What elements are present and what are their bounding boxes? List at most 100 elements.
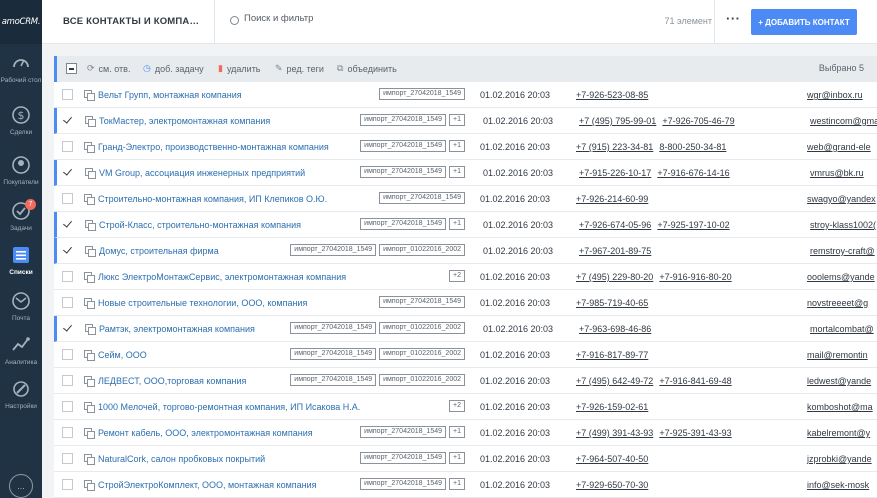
email-link[interactable]: novstreeeet@g <box>807 298 868 308</box>
phone-link[interactable]: 8-800-250-34-81 <box>659 142 726 152</box>
phone-link[interactable]: +7-967-201-89-75 <box>579 246 651 256</box>
email-link[interactable]: westincom@gmail <box>810 116 877 126</box>
row-checkbox[interactable] <box>63 167 74 178</box>
row-checkbox[interactable] <box>62 89 73 100</box>
contact-name-link[interactable]: Сейм, ООО <box>98 350 147 360</box>
sidebar-item-settings[interactable]: Настройки <box>0 374 42 420</box>
contact-name-link[interactable]: ТокМастер, электромонтажная компания <box>99 116 270 126</box>
tag-chip[interactable]: +1 <box>449 140 465 152</box>
tag-chip[interactable]: импорт_27042018_1549 <box>290 244 377 256</box>
sidebar-item-dashboard[interactable]: Рабочий стол <box>0 48 42 94</box>
tag-chip[interactable]: импорт_27042018_1549 <box>360 452 447 464</box>
row-checkbox[interactable] <box>63 219 74 230</box>
phone-link[interactable]: +7-915-226-10-17 <box>579 168 651 178</box>
table-row[interactable]: VM Group, ассоциация инженерных предприя… <box>54 160 877 186</box>
email-link[interactable]: info@sek-mosk <box>807 480 869 490</box>
sidebar-item-analytics[interactable]: Аналитика <box>0 330 42 376</box>
row-checkbox[interactable] <box>62 427 73 438</box>
tag-chip[interactable]: +2 <box>449 400 465 412</box>
phone-link[interactable]: +7 (499) 391-43-93 <box>576 428 653 438</box>
row-checkbox[interactable] <box>62 479 73 490</box>
search-input[interactable] <box>244 13 544 24</box>
row-checkbox[interactable] <box>62 271 73 282</box>
row-checkbox[interactable] <box>62 349 73 360</box>
tag-chip[interactable]: импорт_27042018_1549 <box>360 166 447 178</box>
table-row[interactable]: Вельт Групп, монтажная компания импорт_27… <box>54 82 877 108</box>
table-row[interactable]: Ремонт кабель, ООО, электромонтажная ком… <box>54 420 877 446</box>
contact-name-link[interactable]: СтройЭлектроКомплект, ООО, монтажная ком… <box>98 480 317 490</box>
phone-link[interactable]: +7-926-674-05-96 <box>579 220 651 230</box>
add-task-button[interactable]: ◷ доб. задачу <box>143 63 204 74</box>
email-link[interactable]: remstroy-craft@ <box>810 246 875 256</box>
contact-name-link[interactable]: Ремонт кабель, ООО, электромонтажная ком… <box>98 428 313 438</box>
change-responsible-button[interactable]: ⟳ см. отв. <box>87 63 130 74</box>
phone-link[interactable]: +7 (495) 229-80-20 <box>576 272 653 282</box>
tag-chip[interactable]: импорт_27042018_1549 <box>360 140 447 152</box>
phone-link[interactable]: +7-926-705-46-79 <box>662 116 734 126</box>
sidebar-item-lists[interactable]: Списки <box>0 240 42 286</box>
row-checkbox[interactable] <box>62 297 73 308</box>
sidebar-item-customers[interactable]: Покупатели <box>0 150 42 196</box>
tag-chip[interactable]: импорт_27042018_1549 <box>379 192 465 204</box>
contact-name-link[interactable]: Вельт Групп, монтажная компания <box>98 90 242 100</box>
tag-chip[interactable]: импорт_01022016_2002 <box>379 374 465 386</box>
table-row[interactable]: NaturalCork, салон пробковых покрытий имп… <box>54 446 877 472</box>
email-link[interactable]: kabelremont@y <box>807 428 870 438</box>
tag-chip[interactable]: импорт_27042018_1549 <box>290 348 377 360</box>
phone-link[interactable]: +7-964-507-40-50 <box>576 454 648 464</box>
phone-link[interactable]: +7-916-676-14-16 <box>657 168 729 178</box>
phone-link[interactable]: +7 (495) 795-99-01 <box>579 116 656 126</box>
contact-name-link[interactable]: Люкс ЭлектроМонтажСервис, электромонтажн… <box>98 272 346 282</box>
table-row[interactable]: Сейм, ООО импорт_27042018_1549 импорт_0102… <box>54 342 877 368</box>
row-checkbox[interactable] <box>62 193 73 204</box>
tag-chip[interactable]: импорт_01022016_2002 <box>379 348 465 360</box>
tag-chip[interactable]: импорт_27042018_1549 <box>379 296 465 308</box>
phone-link[interactable]: +7-925-391-43-93 <box>659 428 731 438</box>
contact-name-link[interactable]: ЛЕДВЕСТ, ООО,торговая компания <box>98 376 246 386</box>
sidebar-item-deals[interactable]: $ Сделки <box>0 100 42 146</box>
phone-link[interactable]: +7-926-523-08-85 <box>576 90 648 100</box>
phone-link[interactable]: +7 (495) 642-49-72 <box>576 376 653 386</box>
sidebar-item-mail[interactable]: Почта <box>0 286 42 332</box>
phone-link[interactable]: +7-963-698-46-86 <box>579 324 651 334</box>
table-row[interactable]: ЛЕДВЕСТ, ООО,торговая компания импорт_270… <box>54 368 877 394</box>
email-link[interactable]: vmrus@bk.ru <box>810 168 864 178</box>
row-checkbox[interactable] <box>62 453 73 464</box>
contact-name-link[interactable]: Строй-Класс, строительно-монтажная компа… <box>99 220 301 230</box>
tag-chip[interactable]: импорт_01022016_2002 <box>379 322 465 334</box>
page-title[interactable]: ВСЕ КОНТАКТЫ И КОМПАНИИ <box>63 16 203 27</box>
tag-chip[interactable]: +1 <box>449 114 465 126</box>
table-row[interactable]: СтройЭлектроКомплект, ООО, монтажная ком… <box>54 472 877 498</box>
phone-link[interactable]: +7-985-719-40-65 <box>576 298 648 308</box>
email-link[interactable]: web@grand-ele <box>807 142 871 152</box>
contact-name-link[interactable]: Строительно-монтажная компания, ИП Клепи… <box>98 194 327 204</box>
more-menu-button[interactable]: ··· <box>726 11 741 26</box>
logo[interactable]: amoCRM. <box>0 0 42 44</box>
contact-name-link[interactable]: Новые строительные технологии, ООО, комп… <box>98 298 307 308</box>
row-checkbox[interactable] <box>62 141 73 152</box>
merge-button[interactable]: ⧉ объединить <box>337 63 397 74</box>
email-link[interactable]: ooolems@yande <box>807 272 875 282</box>
contact-name-link[interactable]: VM Group, ассоциация инженерных предприя… <box>99 168 305 178</box>
contact-name-link[interactable]: Рамтэк, электромонтажная компания <box>99 324 255 334</box>
phone-link[interactable]: +7-925-197-10-02 <box>657 220 729 230</box>
add-contact-button[interactable]: + ДОБАВИТЬ КОНТАКТ <box>751 9 857 35</box>
email-link[interactable]: mortalcombat@ <box>810 324 874 334</box>
row-checkbox[interactable] <box>62 401 73 412</box>
table-row[interactable]: Домус, строительная фирма импорт_27042018… <box>54 238 877 264</box>
tag-chip[interactable]: импорт_27042018_1549 <box>360 218 447 230</box>
email-link[interactable]: komboshot@ma <box>807 402 873 412</box>
row-checkbox[interactable] <box>62 375 73 386</box>
contact-name-link[interactable]: NaturalCork, салон пробковых покрытий <box>98 454 265 464</box>
email-link[interactable]: mail@remontin <box>807 350 868 360</box>
email-link[interactable]: ledwest@yande <box>807 376 871 386</box>
email-link[interactable]: wgr@inbox.ru <box>807 90 863 100</box>
tag-chip[interactable]: импорт_27042018_1549 <box>360 426 447 438</box>
tag-chip[interactable]: импорт_27042018_1549 <box>360 478 447 490</box>
contact-name-link[interactable]: Домус, строительная фирма <box>99 246 219 256</box>
tag-chip[interactable]: +1 <box>449 426 465 438</box>
table-row[interactable]: Рамтэк, электромонтажная компания импорт_… <box>54 316 877 342</box>
row-checkbox[interactable] <box>63 323 74 334</box>
email-link[interactable]: stroy-klass1002( <box>810 220 876 230</box>
phone-link[interactable]: +7-926-214-60-99 <box>576 194 648 204</box>
